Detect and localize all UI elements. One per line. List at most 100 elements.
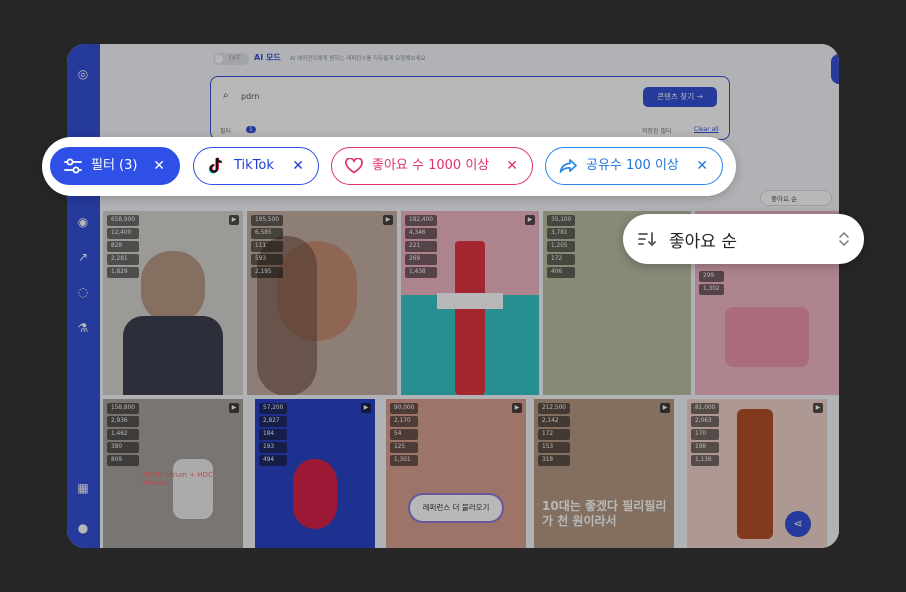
close-icon[interactable]: ✕	[292, 148, 304, 184]
heart-icon	[344, 156, 364, 176]
shares-stat: 172	[547, 254, 576, 265]
sort-icon	[637, 229, 657, 249]
overlay-text: PDRN serum + HDC Review	[143, 471, 213, 487]
comments-stat: 1,462	[107, 429, 139, 440]
views-stat: 182,400	[405, 215, 437, 226]
filter-label[interactable]: 필터	[220, 126, 231, 135]
play-icon: ▶	[229, 215, 239, 225]
play-icon: ▶	[229, 403, 239, 413]
shares-chip-label: 공유수 100 이상	[586, 158, 679, 173]
play-icon: ▶	[383, 215, 393, 225]
sidebar: ◎ ◉ ↗ ◌ ⚗ ▦ ●	[67, 44, 100, 548]
saves-stat: 2,195	[251, 267, 283, 278]
comments-stat: 170	[691, 429, 720, 440]
likes-chip[interactable]: 좋아요 수 1000 이상 ✕	[331, 147, 533, 185]
video-card[interactable]: 182,400 4,346 221 269 1,438 ▶	[401, 211, 539, 395]
video-card[interactable]: 658,900 12,400 828 2,281 1,829 ▶	[103, 211, 243, 395]
likes-chip-label: 좋아요 수 1000 이상	[372, 158, 490, 173]
radio-icon[interactable]: ◉	[75, 214, 91, 230]
play-icon: ▶	[813, 403, 823, 413]
comments-stat: 184	[259, 429, 288, 440]
chevron-up-down-icon	[838, 231, 850, 247]
likes-stat: 2,063	[691, 416, 720, 427]
video-card[interactable]: 158,800 2,936 1,462 380 809 ▶ PDRN serum…	[103, 399, 243, 548]
filter-chip-label: 필터 (3)	[91, 158, 138, 173]
logo-icon[interactable]: ◎	[75, 66, 91, 82]
close-icon[interactable]: ✕	[506, 148, 518, 184]
search-icon: ⌕	[223, 90, 229, 101]
share-fab[interactable]: ⋖	[785, 511, 811, 537]
shares-stat: 125	[390, 442, 419, 453]
saves-stat: 1,139	[691, 455, 720, 466]
comments-stat: 111	[251, 241, 283, 252]
views-stat: 57,200	[259, 403, 288, 414]
ai-mode-label: AI 모드	[254, 53, 281, 62]
app-window: ◎ ◉ ↗ ◌ ⚗ ▦ ● OFF AI 모드 AI 에이전트에게 원하는 레퍼…	[67, 44, 839, 548]
overlay-text: 10대는 좋겠다 필리필리가 천 원이라서	[542, 499, 667, 528]
shares-stat: 593	[251, 254, 283, 265]
video-card[interactable]: 195,500 6,585 111 593 2,195 ▶	[247, 211, 397, 395]
saves-stat: 809	[107, 455, 139, 466]
views-stat: 35,100	[547, 215, 576, 226]
share-arrow-icon	[558, 156, 578, 176]
shares-stat: 2,281	[107, 254, 139, 265]
filter-count-badge: 1	[246, 126, 256, 133]
close-icon[interactable]: ✕	[153, 148, 165, 184]
tiktok-chip-label: TikTok	[234, 158, 274, 173]
likes-stat: 2,170	[390, 416, 419, 427]
chat-icon[interactable]: ◌	[75, 284, 91, 300]
ai-mode-description: AI 에이전트에게 원하는 레퍼런스를 자유롭게 요청해보세요	[290, 56, 426, 62]
likes-stat: 12,400	[107, 228, 139, 239]
sort-select[interactable]: 좋아요 순	[623, 214, 864, 264]
shares-stat: 269	[405, 254, 437, 265]
tiktok-chip[interactable]: TikTok ✕	[193, 147, 319, 185]
shares-stat: 198	[691, 442, 720, 453]
comments-stat: 221	[405, 241, 437, 252]
clear-all-link[interactable]: Clear all	[694, 126, 719, 133]
shares-chip[interactable]: 공유수 100 이상 ✕	[545, 147, 723, 185]
saves-stat: 318	[538, 455, 570, 466]
saved-filter-link[interactable]: 저장된 필터	[642, 126, 672, 135]
play-icon: ▶	[512, 403, 522, 413]
ai-mode-toggle[interactable]: OFF	[213, 53, 249, 65]
likes-stat: 2,142	[538, 416, 570, 427]
filter-chip[interactable]: 필터 (3) ✕	[50, 147, 180, 185]
views-stat: 90,000	[390, 403, 419, 414]
load-more-references-button[interactable]: 레퍼런스 더 불러오기	[408, 493, 504, 523]
comments-stat: 54	[390, 429, 419, 440]
sort-label: 좋아요 순	[669, 231, 737, 252]
active-filters-bar: 필터 (3) ✕ TikTok ✕ 좋아요 수 1000 이상 ✕ 공유수 10…	[42, 137, 736, 196]
saves-stat: 406	[547, 267, 576, 278]
shares-stat: 380	[107, 442, 139, 453]
find-content-button[interactable]: 콘텐츠 찾기 →	[643, 87, 717, 107]
video-card[interactable]: 10대는 좋겠다 필리필리가 천 원이라서 212,500 2,142 172 …	[534, 399, 674, 548]
close-icon[interactable]: ✕	[696, 148, 708, 184]
video-card[interactable]: 81,000 2,063 170 198 1,139 ▶ ⋖	[687, 399, 827, 548]
flask-icon[interactable]: ⚗	[75, 320, 91, 336]
assistant-button[interactable]	[831, 54, 839, 84]
comments-stat: 172	[538, 429, 570, 440]
views-stat: 658,900	[107, 215, 139, 226]
likes-stat: 6,585	[251, 228, 283, 239]
tiktok-icon	[206, 156, 226, 176]
shares-stat: 299	[699, 271, 724, 282]
likes-stat: 2,827	[259, 416, 288, 427]
views-stat: 81,000	[691, 403, 720, 414]
views-stat: 212,500	[538, 403, 570, 414]
apps-icon[interactable]: ▦	[75, 480, 91, 496]
saves-stat: 1,301	[390, 455, 419, 466]
trend-icon[interactable]: ↗	[75, 249, 91, 265]
views-stat: 195,500	[251, 215, 283, 226]
likes-stat: 4,346	[405, 228, 437, 239]
likes-stat: 3,781	[547, 228, 576, 239]
shares-stat: 153	[538, 442, 570, 453]
video-card[interactable]: 레퍼런스 더 불러오기 90,000 2,170 54 125 1,301 ▶	[386, 399, 526, 548]
play-icon: ▶	[525, 215, 535, 225]
play-icon: ▶	[361, 403, 371, 413]
sort-select-small[interactable]: 좋아요 순	[760, 190, 832, 206]
video-card[interactable]: 57,200 2,827 184 193 494 ▶	[255, 399, 375, 548]
comments-stat: 828	[107, 241, 139, 252]
profile-icon[interactable]: ●	[75, 520, 91, 536]
search-input[interactable]: pdrn	[241, 92, 259, 101]
saves-stat: 1,438	[405, 267, 437, 278]
